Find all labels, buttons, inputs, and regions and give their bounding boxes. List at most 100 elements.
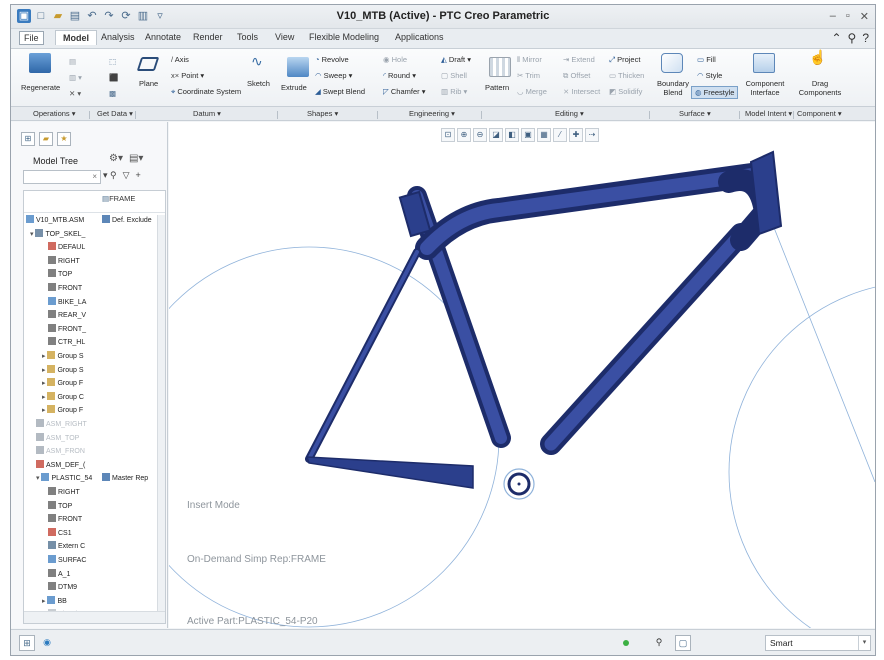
show-browser-icon[interactable]: ◉: [39, 635, 55, 651]
regenerate-icon[interactable]: [29, 53, 51, 73]
tree-settings-icon[interactable]: ⚙▾: [109, 153, 123, 164]
tree-row[interactable]: ▾ TOP_SKEL_: [30, 228, 85, 241]
tree-row[interactable]: RIGHT: [48, 255, 80, 268]
graphics-window[interactable]: ⊡ ⊕ ⊖ ◪ ◧ ▣ ▦ ⁄ ✚ ⇢ Insert Mode On-Deman…: [169, 122, 875, 628]
extrude-button[interactable]: Extrude: [281, 83, 307, 92]
selection-filter-select[interactable]: Smart ▾: [765, 635, 871, 651]
tree-row[interactable]: RIGHT: [48, 487, 80, 499]
rib-button[interactable]: ▥ Rib ▾: [441, 87, 467, 96]
offset-button[interactable]: ⧉ Offset: [563, 71, 590, 80]
search-input[interactable]: ×: [23, 170, 101, 184]
pattern-button[interactable]: Pattern: [485, 83, 509, 92]
copy-geometry-icon[interactable]: ⬛: [109, 73, 118, 82]
group-get-data[interactable]: Get Data ▾: [97, 109, 133, 118]
tree-row[interactable]: TOP: [48, 500, 72, 513]
point-button[interactable]: x× Point ▾: [171, 71, 204, 80]
group-operations[interactable]: Operations ▾: [33, 109, 76, 118]
pattern-icon[interactable]: [489, 57, 511, 77]
tree-row[interactable]: DTM9: [48, 582, 77, 594]
boundary-blend-icon[interactable]: [661, 53, 683, 73]
shrinkwrap-icon[interactable]: ▩: [109, 89, 116, 98]
fill-button[interactable]: ▭ Fill: [697, 55, 716, 64]
drag-components-icon[interactable]: ☝: [809, 50, 826, 64]
thicken-button[interactable]: ▭ Thicken: [609, 71, 644, 80]
tree-row[interactable]: CS1: [48, 527, 72, 540]
sweep-button[interactable]: ◠ Sweep ▾: [315, 71, 352, 80]
coordinate-system-button[interactable]: ⌖ Coordinate System: [171, 87, 241, 96]
tree-row[interactable]: FRONT: [48, 514, 82, 526]
tab-analysis[interactable]: Analysis: [101, 32, 135, 42]
extrude-icon[interactable]: [287, 57, 309, 77]
chamfer-button[interactable]: ◸ Chamfer ▾: [383, 87, 426, 96]
tree-row[interactable]: REAR_V: [48, 310, 86, 322]
favorites-tab-icon[interactable]: ★: [57, 132, 71, 146]
group-engineering[interactable]: Engineering ▾: [409, 109, 455, 118]
find-icon[interactable]: ▾ ⚲: [103, 170, 117, 181]
tree-row[interactable]: TOP: [48, 269, 72, 281]
draft-button[interactable]: ◭ Draft ▾: [441, 55, 471, 64]
folder-browser-tab-icon[interactable]: ▰: [39, 132, 53, 146]
tree-row[interactable]: ASM_RIGHT: [36, 419, 87, 431]
tree-row[interactable]: FRONT_: [48, 323, 86, 336]
tree-row[interactable]: DEFAUL: [48, 242, 85, 254]
show-icon[interactable]: ▤▾: [129, 153, 143, 164]
maximize-icon[interactable]: ▫: [846, 10, 850, 23]
tab-applications[interactable]: Applications: [395, 32, 444, 42]
paste-icon[interactable]: ▥ ▾: [69, 73, 82, 82]
regenerate-button[interactable]: Regenerate: [21, 83, 60, 92]
revolve-button[interactable]: ◔ Revolve: [315, 55, 349, 64]
show-navigator-icon[interactable]: ⊞: [19, 635, 35, 651]
intersect-button[interactable]: ⨯ Intersect: [563, 87, 600, 96]
swept-blend-button[interactable]: ◢ Swept Blend: [315, 87, 365, 96]
tree-row[interactable]: Extern C: [48, 541, 85, 553]
boundary-blend-button[interactable]: Boundary Blend: [651, 79, 695, 97]
drag-components-button[interactable]: Drag Components: [797, 79, 843, 97]
tree-row[interactable]: CTR_HL: [48, 337, 85, 349]
mirror-button[interactable]: ⫴ Mirror: [517, 55, 542, 64]
add-column-icon[interactable]: +: [136, 170, 141, 181]
group-surface[interactable]: Surface ▾: [679, 109, 711, 118]
tree-row[interactable]: ▾ PLASTIC_54 Master Rep: [36, 473, 148, 485]
tree-row[interactable]: ▸ Group S: [42, 351, 84, 363]
group-shapes[interactable]: Shapes ▾: [307, 109, 338, 118]
axis-button[interactable]: / Axis: [171, 55, 189, 64]
style-button[interactable]: ◠ Style: [697, 71, 722, 80]
frame-column-header[interactable]: ▤FRAME: [102, 194, 135, 203]
tree-row[interactable]: V10_MTB.ASM Def. Exclude: [26, 215, 152, 227]
project-button[interactable]: ⤢ Project: [609, 55, 640, 64]
help-icon[interactable]: ?: [862, 31, 869, 45]
tree-row[interactable]: SURFAC: [48, 555, 86, 567]
tab-view[interactable]: View: [275, 32, 294, 42]
group-model-intent[interactable]: Model Intent ▾: [745, 109, 792, 118]
copy-icon[interactable]: ▤: [69, 57, 76, 66]
tree-row[interactable]: FRONT: [48, 283, 82, 295]
freestyle-button[interactable]: ◍ Freestyle: [691, 86, 739, 99]
solidify-button[interactable]: ◩ Solidify: [609, 87, 642, 96]
tab-file[interactable]: File: [19, 31, 44, 45]
tree-row[interactable]: ASM_DEF_(: [36, 459, 85, 472]
plane-icon[interactable]: [136, 57, 160, 71]
find-icon[interactable]: ⚲: [651, 635, 667, 651]
selected-items-icon[interactable]: ▢: [675, 635, 691, 651]
round-button[interactable]: ◜ Round ▾: [383, 71, 416, 80]
bike-frame[interactable]: [305, 150, 783, 489]
user-defined-feature-icon[interactable]: ⬚: [109, 57, 116, 66]
tree-row[interactable]: ▸ Group F: [42, 378, 83, 390]
minimize-icon[interactable]: –: [830, 10, 836, 23]
sketch-icon[interactable]: ∿: [251, 54, 263, 68]
tree-row[interactable]: ASM_TOP: [36, 432, 79, 445]
tree-row[interactable]: ▸ Group S: [42, 364, 84, 377]
merge-button[interactable]: ◡ Merge: [517, 87, 547, 96]
component-interface-button[interactable]: Component Interface: [743, 79, 787, 97]
delete-icon[interactable]: ✕ ▾: [69, 89, 81, 98]
component-interface-icon[interactable]: [753, 53, 775, 73]
extend-button[interactable]: ⇥ Extend: [563, 55, 595, 64]
group-component[interactable]: Component ▾: [797, 109, 842, 118]
tree-vertical-scrollbar[interactable]: [157, 215, 165, 611]
filter-icon[interactable]: ▽: [123, 170, 130, 181]
tree-row[interactable]: A_1: [48, 568, 70, 581]
search-icon[interactable]: ⚲: [848, 31, 857, 45]
shell-button[interactable]: ▢ Shell: [441, 71, 467, 80]
tree-row[interactable]: ▸ Group F: [42, 405, 83, 417]
tree-row[interactable]: ASM_FRON: [36, 446, 85, 458]
